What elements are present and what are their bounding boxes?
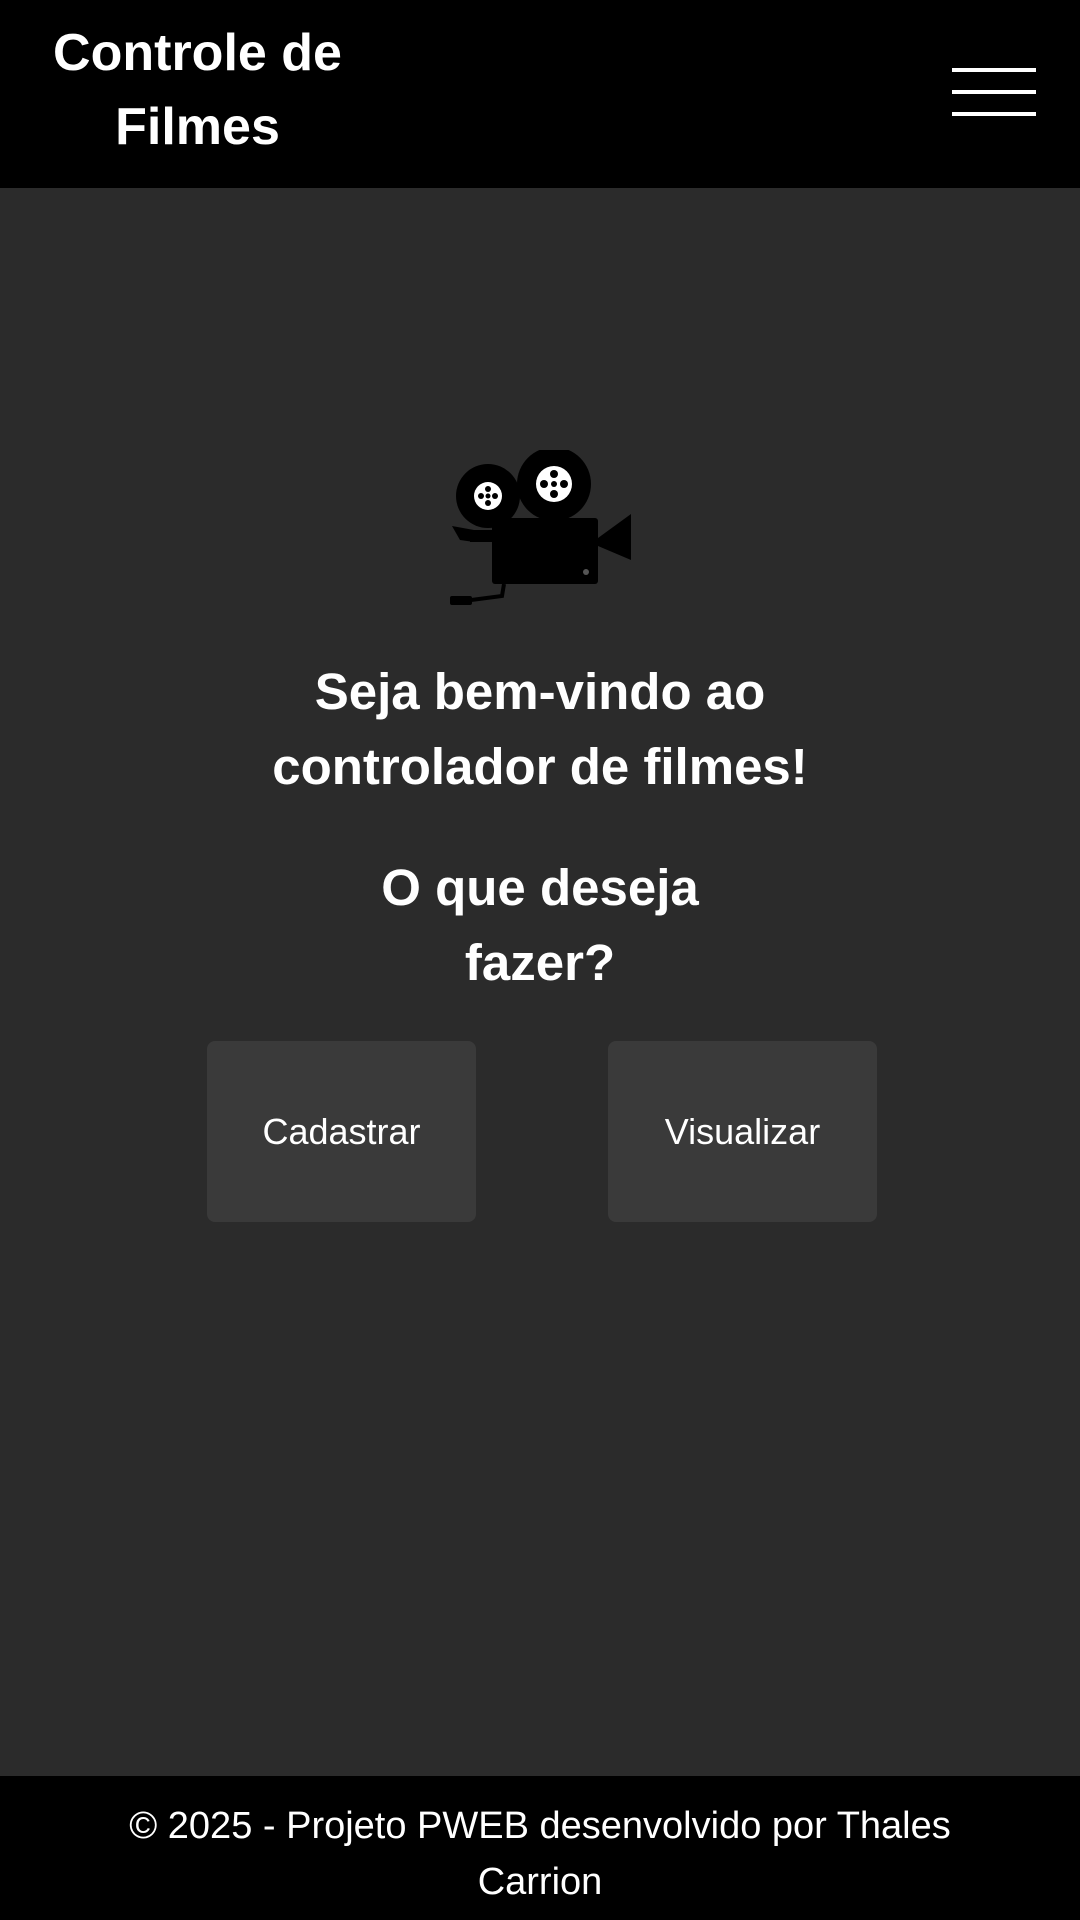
visualizar-button[interactable]: Visualizar (608, 1041, 877, 1222)
hamburger-menu-icon[interactable] (952, 68, 1036, 116)
copyright-text: © 2025 - Projeto PWEB desenvolvido por T… (129, 1805, 951, 1903)
site-title: Controle de Filmes (53, 24, 342, 156)
question-heading: O que deseja fazer? (381, 859, 699, 991)
cadastrar-button[interactable]: Cadastrar (207, 1041, 476, 1222)
page: Controle de Filmes Seja bem-vindo ao con… (0, 0, 1080, 1920)
movie-camera-icon (450, 450, 631, 605)
main-content: Seja bem-vindo ao controlador de filmes!… (0, 188, 1080, 1776)
site-footer: © 2025 - Projeto PWEB desenvolvido por T… (0, 1776, 1080, 1920)
site-header: Controle de Filmes (0, 0, 1080, 188)
welcome-heading: Seja bem-vindo ao controlador de filmes! (272, 663, 808, 795)
